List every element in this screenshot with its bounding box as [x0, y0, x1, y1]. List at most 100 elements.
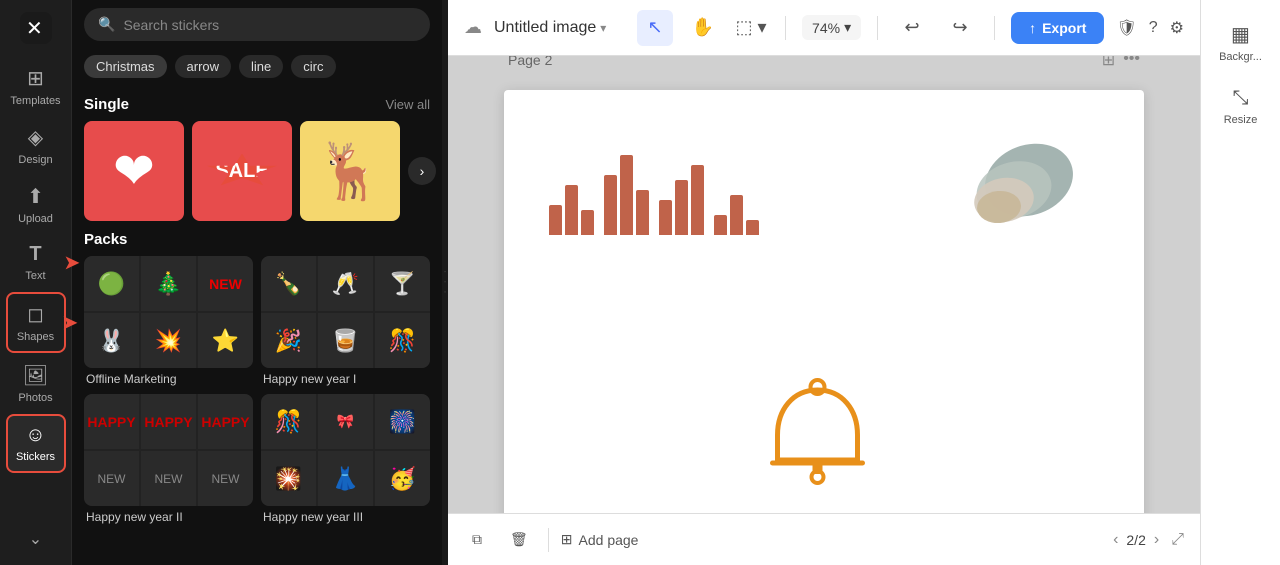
toolbar-divider-3: [994, 16, 995, 40]
stickers-panel: 🔍 Christmas arrow line circ Single View …: [72, 0, 442, 565]
text-label: Text: [25, 270, 45, 282]
photos-icon: 🖼: [23, 363, 48, 388]
pack-cell: 🥃: [318, 313, 373, 368]
shapes-arrow: ➤: [62, 312, 77, 333]
pack-happy-new-year-2-label: Happy new year II: [84, 510, 253, 524]
packs-section: Packs 🟢 🎄 NEW 🐰 💥 ⭐ Offline Marketing: [84, 231, 430, 524]
page-expand-icon[interactable]: ⊞: [1102, 56, 1115, 70]
resize-icon: ⤡: [1233, 87, 1249, 110]
upload-label: Upload: [18, 213, 53, 225]
toolbar-more-button[interactable]: ⌄: [6, 521, 66, 557]
pack-happy-new-year-3[interactable]: 🎊 🎀 🎆 🎇 👗 🥳 Happy new year III: [261, 394, 430, 524]
prev-page-button[interactable]: ‹: [1113, 531, 1118, 549]
title-chevron-icon[interactable]: ▾: [600, 21, 606, 35]
shield-icon[interactable]: 🛡: [1116, 18, 1136, 38]
shapes-label: Shapes: [17, 331, 54, 343]
sidebar-item-photos[interactable]: 🖼 Photos: [6, 355, 66, 412]
panel-content: Single View all ❤ SALE 🦌 › Packs: [72, 86, 442, 565]
left-toolbar: ✕ ⊞ Templates ◈ Design ⬆ Upload T Text ➤…: [0, 0, 72, 565]
pack-cell: 🥳: [375, 451, 430, 506]
redo-button[interactable]: ↪: [942, 10, 978, 46]
pack-happy-new-year-1-grid: 🍾 🥂 🍸 🎉 🥃 🎊: [261, 256, 430, 368]
add-page-icon: ⊞: [561, 531, 573, 548]
frames-button[interactable]: ⬚ ▾: [733, 10, 769, 46]
search-input[interactable]: [123, 17, 416, 33]
text-arrow: ➤: [64, 252, 79, 273]
pack-cell: NEW: [198, 451, 253, 506]
photos-label: Photos: [18, 392, 52, 404]
stickers-icon: ☺: [25, 424, 45, 447]
export-label: Export: [1042, 20, 1086, 36]
tag-arrow[interactable]: arrow: [175, 55, 232, 78]
copy-page-button[interactable]: ⧉: [464, 525, 490, 554]
settings-icon[interactable]: ⚙: [1170, 18, 1184, 38]
select-tool-button[interactable]: ↖: [637, 10, 673, 46]
sticker-reindeer[interactable]: 🦌: [300, 121, 400, 221]
pack-cell: NEW: [141, 451, 196, 506]
background-button[interactable]: ▦ Backgr...: [1206, 12, 1276, 73]
pack-happy-new-year-1[interactable]: 🍾 🥂 🍸 🎉 🥃 🎊 Happy new year I: [261, 256, 430, 386]
pack-cell: 👗: [318, 451, 373, 506]
hand-tool-button[interactable]: ✋: [685, 10, 721, 46]
upload-icon: ⬆: [27, 184, 44, 209]
help-icon[interactable]: ?: [1149, 19, 1158, 37]
sticker-sale[interactable]: SALE: [192, 121, 292, 221]
sidebar-item-design[interactable]: ◈ Design: [6, 117, 66, 174]
sidebar-item-templates[interactable]: ⊞ Templates: [6, 58, 66, 115]
background-label: Backgr...: [1219, 51, 1262, 63]
single-stickers-row: ❤ SALE 🦌 ›: [84, 121, 430, 221]
export-icon: ↑: [1029, 20, 1036, 36]
search-icon: 🔍: [98, 16, 115, 33]
pack-cell: 🎀: [318, 394, 373, 449]
doc-title-container: Untitled image ▾: [494, 19, 606, 37]
pack-offline-marketing-label: Offline Marketing: [84, 372, 253, 386]
sidebar-item-shapes[interactable]: ◻ Shapes ➤: [6, 292, 66, 353]
sticker-heart[interactable]: ❤: [84, 121, 184, 221]
sidebar-item-stickers[interactable]: ☺ Stickers: [6, 414, 66, 473]
canvas-page[interactable]: [504, 90, 1144, 514]
expand-button[interactable]: ⤢: [1171, 531, 1184, 549]
pack-cell: NEW: [84, 451, 139, 506]
pack-happy-new-year-2[interactable]: HAPPY HAPPY HAPPY NEW NEW NEW Happy new …: [84, 394, 253, 524]
right-panel: ▦ Backgr... ⤡ Resize: [1200, 0, 1280, 565]
sidebar-item-upload[interactable]: ⬆ Upload: [6, 176, 66, 233]
templates-label: Templates: [10, 95, 60, 107]
app-logo[interactable]: ✕: [16, 8, 56, 48]
add-page-button[interactable]: ⊞ Add page: [561, 531, 639, 548]
resize-button[interactable]: ⤡ Resize: [1206, 77, 1276, 136]
tag-christmas[interactable]: Christmas: [84, 55, 167, 78]
delete-page-button[interactable]: 🗑: [502, 525, 536, 554]
text-icon: T: [29, 243, 41, 266]
next-page-button[interactable]: ›: [1154, 531, 1159, 549]
pack-cell: NEW: [198, 256, 253, 311]
heart-emoji: ❤: [113, 142, 155, 200]
shapes-icon: ◻: [27, 302, 44, 327]
svg-text:✕: ✕: [26, 18, 43, 40]
canvas-wrapper: Page 2 ⊞ •••: [448, 56, 1200, 513]
packs-section-title: Packs: [84, 231, 127, 248]
toolbar-divider-2: [877, 16, 878, 40]
hand-feather-element[interactable]: [944, 120, 1084, 260]
pack-cell: 🎉: [261, 313, 316, 368]
pack-cell: 🐰: [84, 313, 139, 368]
doc-cloud-icon: ☁: [464, 17, 482, 38]
pack-offline-marketing[interactable]: 🟢 🎄 NEW 🐰 💥 ⭐ Offline Marketing: [84, 256, 253, 386]
pack-offline-marketing-grid: 🟢 🎄 NEW 🐰 💥 ⭐: [84, 256, 253, 368]
export-button[interactable]: ↑ Export: [1011, 12, 1104, 44]
chart-element[interactable]: [549, 155, 759, 235]
pack-cell: 🟢: [84, 256, 139, 311]
stickers-label: Stickers: [16, 451, 55, 463]
bottom-divider: [548, 528, 549, 552]
zoom-control[interactable]: 74% ▾: [802, 15, 861, 40]
bell-element[interactable]: [753, 375, 883, 500]
undo-button[interactable]: ↩: [894, 10, 930, 46]
packs-grid: 🟢 🎄 NEW 🐰 💥 ⭐ Offline Marketing 🍾 🥂 🍸: [84, 256, 430, 524]
carousel-next-button[interactable]: ›: [408, 157, 436, 185]
page-options-icon[interactable]: •••: [1123, 56, 1140, 70]
tag-line[interactable]: line: [239, 55, 283, 78]
zoom-chevron-icon: ▾: [844, 19, 851, 36]
sidebar-item-text[interactable]: T Text ➤: [6, 235, 66, 290]
tag-circ[interactable]: circ: [291, 55, 335, 78]
single-section-title: Single: [84, 96, 129, 113]
view-all-single[interactable]: View all: [385, 97, 430, 112]
